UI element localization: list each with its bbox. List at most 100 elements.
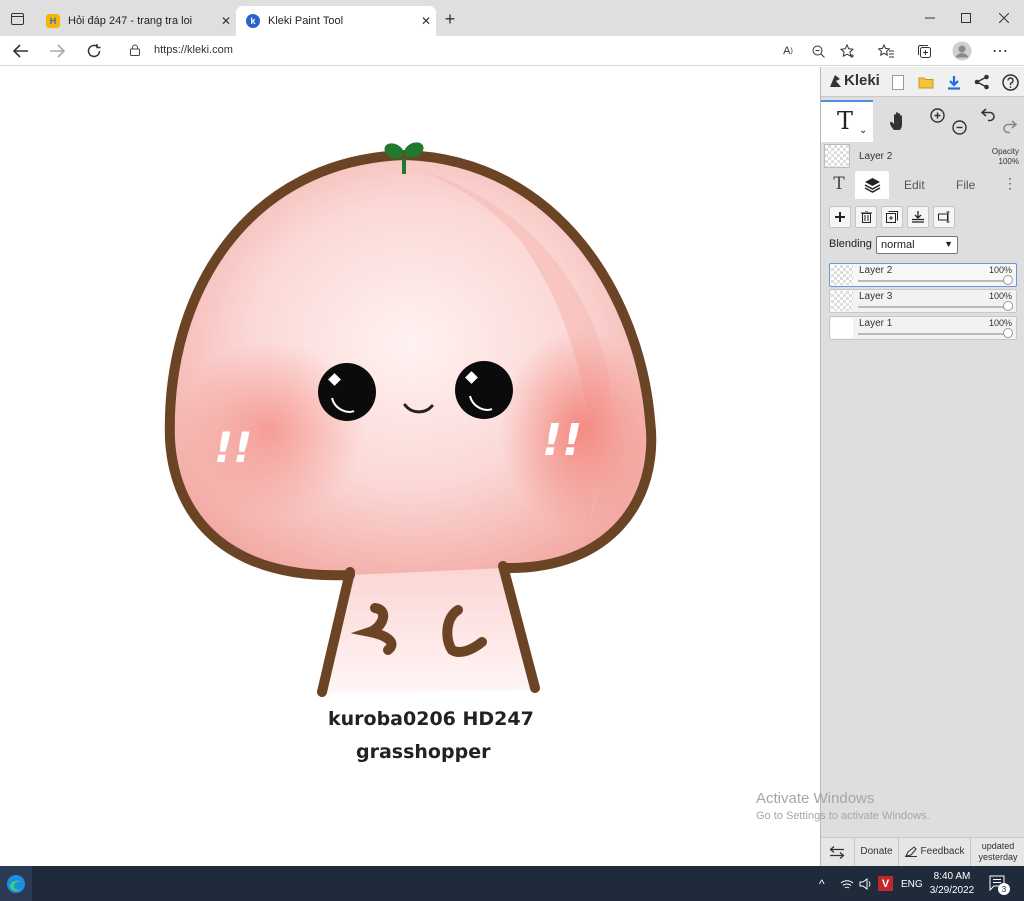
layer-item-layer-2[interactable]: Layer 2 100% xyxy=(829,263,1017,287)
layer-opacity-slider[interactable] xyxy=(858,306,1008,308)
lock-icon[interactable] xyxy=(128,43,142,57)
maximize-icon[interactable] xyxy=(956,8,976,28)
tab-kleki[interactable]: k Kleki Paint Tool ✕ xyxy=(236,6,436,36)
layer-item-layer-1[interactable]: Layer 1 100% xyxy=(829,316,1017,340)
add-layer-icon[interactable] xyxy=(829,206,851,228)
kleki-logo-text: Kleki xyxy=(844,72,880,89)
back-icon[interactable] xyxy=(10,40,32,62)
layers-icon xyxy=(864,178,880,193)
blending-select[interactable]: normal ▼ xyxy=(876,236,958,254)
tab-edit[interactable]: Edit xyxy=(904,178,925,192)
tab-title: Hỏi đáp 247 - trang tra loi xyxy=(68,15,193,27)
zoom-in-icon[interactable] xyxy=(927,105,947,125)
read-aloud-icon[interactable]: A) xyxy=(778,41,798,61)
tool-dropdown-icon[interactable]: ⌄ xyxy=(859,125,867,136)
favorites-icon[interactable] xyxy=(876,41,896,61)
exclaim-left: !! xyxy=(214,423,252,472)
layer-opacity-knob[interactable] xyxy=(1003,328,1013,338)
updated-line-1: updated xyxy=(981,841,1015,851)
layer-name: Layer 1 xyxy=(859,318,893,329)
feedback-pen-icon xyxy=(904,846,917,857)
network-icon[interactable] xyxy=(840,877,854,895)
volume-icon[interactable] xyxy=(859,877,873,895)
open-folder-icon[interactable] xyxy=(917,72,935,92)
current-layer-thumbnail[interactable] xyxy=(824,144,850,168)
layer-item-layer-3[interactable]: Layer 3 100% xyxy=(829,289,1017,313)
donate-button[interactable]: Donate xyxy=(854,837,898,866)
tab-file[interactable]: File xyxy=(956,178,975,192)
edge-taskbar-icon[interactable] xyxy=(0,866,32,901)
updated-info[interactable]: updated yesterday xyxy=(970,837,1024,866)
layer-opacity-knob[interactable] xyxy=(1003,275,1013,285)
merge-layer-icon[interactable] xyxy=(907,206,929,228)
kleki-side-panel: Kleki T ⌄ Layer 2 Opacity 100% T Edit Fi… xyxy=(820,67,1024,866)
tab-hoidap[interactable]: H Hỏi đáp 247 - trang tra loi ✕ xyxy=(36,6,236,36)
blending-value: normal xyxy=(881,239,915,251)
hoidap-favicon-icon: H xyxy=(46,14,60,28)
rename-layer-icon[interactable] xyxy=(933,206,955,228)
exclaim-right: !! xyxy=(542,415,582,466)
clock-time[interactable]: 8:40 AM xyxy=(930,871,974,882)
layer-thumbnail xyxy=(831,318,853,338)
tab-layers[interactable] xyxy=(855,171,889,199)
zoom-out-icon[interactable] xyxy=(949,117,969,137)
tab-text-tool[interactable]: T xyxy=(829,174,849,196)
layer-thumbnail xyxy=(831,265,853,285)
undo-icon[interactable] xyxy=(979,105,999,125)
swap-panel-icon[interactable] xyxy=(827,842,847,862)
chevron-down-icon: ▼ xyxy=(944,239,953,249)
refresh-icon[interactable] xyxy=(83,40,105,62)
signature-line-2: grasshopper xyxy=(356,741,491,763)
layer-thumbnail xyxy=(831,291,853,311)
layer-opacity: 100% xyxy=(988,291,1012,301)
layer-opacity: 100% xyxy=(988,318,1012,328)
signature-line-1: kuroba0206 HD247 xyxy=(328,708,534,730)
feedback-label: Feedback xyxy=(920,846,965,857)
download-icon[interactable] xyxy=(945,72,963,92)
favorite-add-icon[interactable] xyxy=(838,41,858,61)
close-window-icon[interactable] xyxy=(994,8,1014,28)
layer-opacity-slider[interactable] xyxy=(858,333,1008,335)
forward-icon[interactable] xyxy=(46,40,68,62)
share-icon[interactable] xyxy=(973,72,991,92)
zoom-icon[interactable] xyxy=(808,41,828,61)
more-options-icon[interactable]: ⋯ xyxy=(990,41,1010,61)
current-layer-opacity: Opacity 100% xyxy=(983,147,1019,167)
layer-name: Layer 3 xyxy=(859,291,893,302)
blending-label: Blending xyxy=(829,238,872,250)
opacity-value: 100% xyxy=(998,157,1019,166)
feedback-button[interactable]: Feedback xyxy=(898,837,970,866)
help-icon[interactable] xyxy=(1001,72,1019,92)
kleki-favicon-icon: k xyxy=(246,14,260,28)
close-tab-icon[interactable]: ✕ xyxy=(216,14,236,28)
windows-taskbar: ^ V ENG 8:40 AM 3/29/2022 3 xyxy=(0,866,1024,901)
close-tab-icon[interactable]: ✕ xyxy=(416,14,436,28)
tab-actions-icon[interactable] xyxy=(8,10,26,28)
layer-opacity-knob[interactable] xyxy=(1003,301,1013,311)
language-indicator[interactable]: ENG xyxy=(901,879,923,890)
delete-layer-icon[interactable] xyxy=(855,206,877,228)
minimize-icon[interactable] xyxy=(920,8,940,28)
duplicate-layer-icon[interactable] xyxy=(881,206,903,228)
activate-windows-subtitle: Go to Settings to activate Windows. xyxy=(756,810,930,822)
text-tool-icon: T xyxy=(837,107,854,135)
current-layer-name: Layer 2 xyxy=(859,151,893,162)
drawing-canvas[interactable]: !! !! kuroba0206 HD247 grasshopper xyxy=(0,67,820,866)
updated-line-2: yesterday xyxy=(978,852,1018,862)
opacity-label: Opacity xyxy=(991,147,1019,156)
collections-icon[interactable] xyxy=(914,41,934,61)
new-image-icon[interactable] xyxy=(889,72,907,92)
more-menu-icon[interactable]: ⋮ xyxy=(1003,175,1017,192)
new-tab-button[interactable]: + xyxy=(440,9,460,29)
show-hidden-icons[interactable]: ^ xyxy=(819,877,825,891)
notification-count-badge: 3 xyxy=(998,883,1010,895)
layer-opacity: 100% xyxy=(988,265,1012,275)
redo-icon[interactable] xyxy=(999,117,1019,137)
vietkey-icon[interactable]: V xyxy=(878,876,893,891)
layer-name: Layer 2 xyxy=(859,265,893,276)
hand-tool-icon[interactable] xyxy=(883,107,915,135)
activate-windows-title: Activate Windows xyxy=(756,790,875,807)
profile-avatar-icon[interactable] xyxy=(951,40,973,62)
clock-date[interactable]: 3/29/2022 xyxy=(928,885,976,896)
layer-opacity-slider[interactable] xyxy=(858,280,1008,282)
